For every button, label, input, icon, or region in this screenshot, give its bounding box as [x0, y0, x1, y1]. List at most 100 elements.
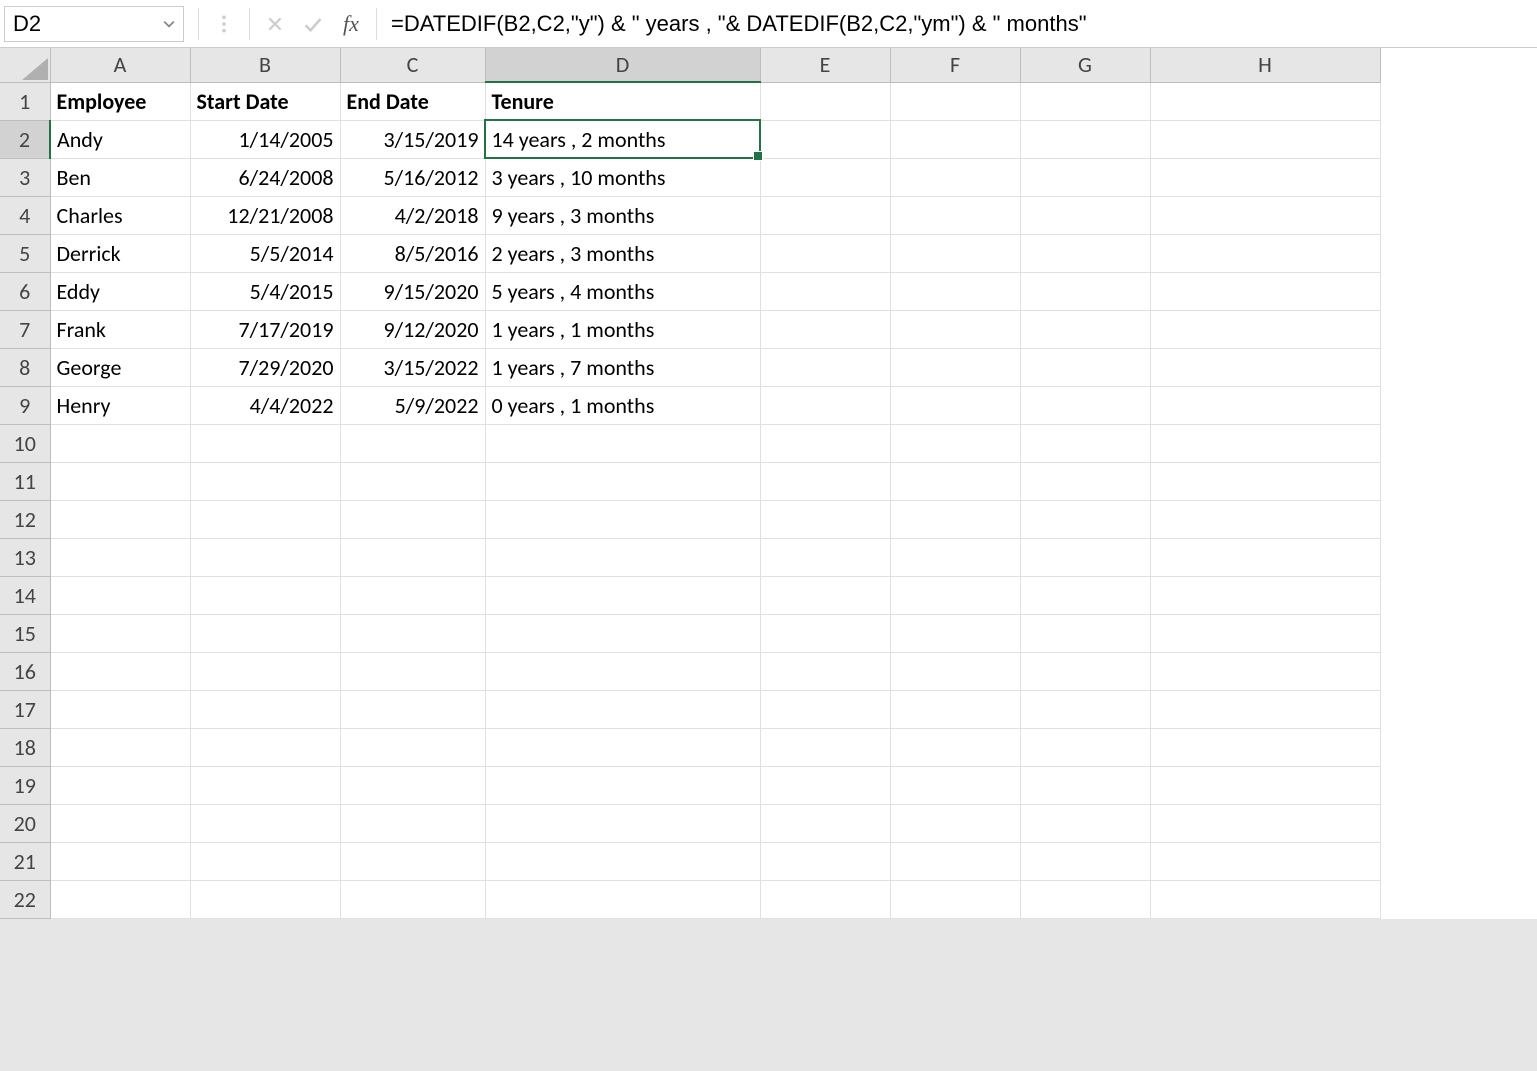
cell-G20[interactable]: [1020, 804, 1150, 842]
cell-E11[interactable]: [760, 462, 890, 500]
cell-D2[interactable]: 14 years , 2 months: [485, 120, 760, 158]
row-header-13[interactable]: 13: [0, 538, 50, 576]
select-all-corner[interactable]: [0, 48, 50, 82]
cell-C22[interactable]: [340, 880, 485, 918]
column-header-E[interactable]: E: [760, 48, 890, 82]
row-header-22[interactable]: 22: [0, 880, 50, 918]
row-header-12[interactable]: 12: [0, 500, 50, 538]
cell-D12[interactable]: [485, 500, 760, 538]
row-header-7[interactable]: 7: [0, 310, 50, 348]
cell-B21[interactable]: [190, 842, 340, 880]
cell-H21[interactable]: [1150, 842, 1380, 880]
cell-F10[interactable]: [890, 424, 1020, 462]
cell-D13[interactable]: [485, 538, 760, 576]
cell-D22[interactable]: [485, 880, 760, 918]
cell-A18[interactable]: [50, 728, 190, 766]
cell-H13[interactable]: [1150, 538, 1380, 576]
cell-C20[interactable]: [340, 804, 485, 842]
row-header-6[interactable]: 6: [0, 272, 50, 310]
row-header-15[interactable]: 15: [0, 614, 50, 652]
cell-G12[interactable]: [1020, 500, 1150, 538]
cell-H9[interactable]: [1150, 386, 1380, 424]
column-header-H[interactable]: H: [1150, 48, 1380, 82]
cell-C12[interactable]: [340, 500, 485, 538]
cell-F16[interactable]: [890, 652, 1020, 690]
cell-C6[interactable]: 9/15/2020: [340, 272, 485, 310]
row-header-11[interactable]: 11: [0, 462, 50, 500]
cell-G6[interactable]: [1020, 272, 1150, 310]
cell-A2[interactable]: Andy: [50, 120, 190, 158]
row-header-17[interactable]: 17: [0, 690, 50, 728]
row-header-5[interactable]: 5: [0, 234, 50, 272]
cell-H3[interactable]: [1150, 158, 1380, 196]
cell-B18[interactable]: [190, 728, 340, 766]
spreadsheet-grid[interactable]: ABCDEFGH1EmployeeStart DateEnd DateTenur…: [0, 48, 1537, 919]
cell-C18[interactable]: [340, 728, 485, 766]
row-header-9[interactable]: 9: [0, 386, 50, 424]
row-header-18[interactable]: 18: [0, 728, 50, 766]
cell-A5[interactable]: Derrick: [50, 234, 190, 272]
cell-E14[interactable]: [760, 576, 890, 614]
cell-F3[interactable]: [890, 158, 1020, 196]
cell-C8[interactable]: 3/15/2022: [340, 348, 485, 386]
cell-C9[interactable]: 5/9/2022: [340, 386, 485, 424]
cell-C21[interactable]: [340, 842, 485, 880]
column-header-C[interactable]: C: [340, 48, 485, 82]
cell-H16[interactable]: [1150, 652, 1380, 690]
cell-E5[interactable]: [760, 234, 890, 272]
cell-C3[interactable]: 5/16/2012: [340, 158, 485, 196]
cell-F8[interactable]: [890, 348, 1020, 386]
cell-A9[interactable]: Henry: [50, 386, 190, 424]
cell-E18[interactable]: [760, 728, 890, 766]
cell-G8[interactable]: [1020, 348, 1150, 386]
cell-C4[interactable]: 4/2/2018: [340, 196, 485, 234]
cell-B7[interactable]: 7/17/2019: [190, 310, 340, 348]
cell-B5[interactable]: 5/5/2014: [190, 234, 340, 272]
cell-A6[interactable]: Eddy: [50, 272, 190, 310]
cell-F14[interactable]: [890, 576, 1020, 614]
cell-C11[interactable]: [340, 462, 485, 500]
cell-D17[interactable]: [485, 690, 760, 728]
cell-B3[interactable]: 6/24/2008: [190, 158, 340, 196]
cell-C5[interactable]: 8/5/2016: [340, 234, 485, 272]
cell-G21[interactable]: [1020, 842, 1150, 880]
cell-B15[interactable]: [190, 614, 340, 652]
cell-D9[interactable]: 0 years , 1 months: [485, 386, 760, 424]
cell-B17[interactable]: [190, 690, 340, 728]
cell-C15[interactable]: [340, 614, 485, 652]
cell-G14[interactable]: [1020, 576, 1150, 614]
cell-H4[interactable]: [1150, 196, 1380, 234]
cell-A3[interactable]: Ben: [50, 158, 190, 196]
row-header-3[interactable]: 3: [0, 158, 50, 196]
cell-B16[interactable]: [190, 652, 340, 690]
cell-F15[interactable]: [890, 614, 1020, 652]
cell-A11[interactable]: [50, 462, 190, 500]
name-box-input[interactable]: [5, 7, 155, 41]
cell-D21[interactable]: [485, 842, 760, 880]
row-header-4[interactable]: 4: [0, 196, 50, 234]
cell-G16[interactable]: [1020, 652, 1150, 690]
column-header-F[interactable]: F: [890, 48, 1020, 82]
cell-B20[interactable]: [190, 804, 340, 842]
cell-H20[interactable]: [1150, 804, 1380, 842]
cell-D4[interactable]: 9 years , 3 months: [485, 196, 760, 234]
cell-G13[interactable]: [1020, 538, 1150, 576]
cell-D8[interactable]: 1 years , 7 months: [485, 348, 760, 386]
cell-B22[interactable]: [190, 880, 340, 918]
cell-A19[interactable]: [50, 766, 190, 804]
cell-D20[interactable]: [485, 804, 760, 842]
row-header-10[interactable]: 10: [0, 424, 50, 462]
cell-E8[interactable]: [760, 348, 890, 386]
cell-E22[interactable]: [760, 880, 890, 918]
cell-E16[interactable]: [760, 652, 890, 690]
name-box-dropdown[interactable]: [155, 7, 183, 41]
cell-E21[interactable]: [760, 842, 890, 880]
row-header-1[interactable]: 1: [0, 82, 50, 120]
cell-G5[interactable]: [1020, 234, 1150, 272]
cell-D16[interactable]: [485, 652, 760, 690]
cell-D14[interactable]: [485, 576, 760, 614]
cell-E10[interactable]: [760, 424, 890, 462]
cell-F1[interactable]: [890, 82, 1020, 120]
cell-F4[interactable]: [890, 196, 1020, 234]
cell-B1[interactable]: Start Date: [190, 82, 340, 120]
